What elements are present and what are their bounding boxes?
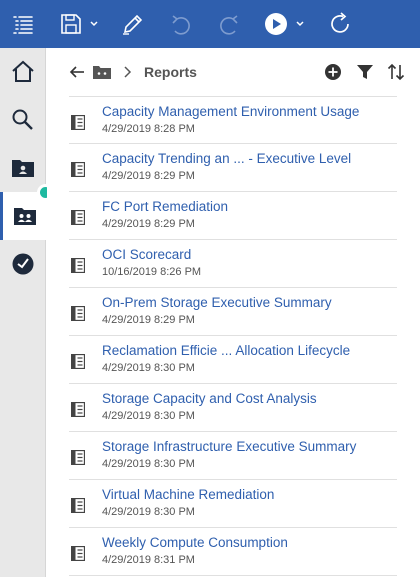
add-icon	[325, 64, 341, 80]
report-icon	[70, 209, 86, 226]
undo-button[interactable]	[166, 0, 196, 48]
top-toolbar	[0, 0, 420, 48]
report-icon	[70, 257, 86, 274]
report-icon	[70, 353, 86, 370]
report-icon	[70, 545, 86, 562]
report-date: 4/29/2019 8:28 PM	[102, 123, 195, 135]
my-content-icon	[12, 160, 34, 177]
breadcrumb-bar: Reports	[47, 48, 420, 96]
report-date: 4/29/2019 8:29 PM	[102, 218, 195, 230]
refresh-icon	[331, 12, 349, 33]
report-title[interactable]: Storage Infrastructure Executive Summary	[102, 439, 356, 454]
report-icon	[70, 449, 86, 466]
home-icon	[12, 60, 34, 82]
sort-button[interactable]	[387, 48, 405, 96]
report-row[interactable]: Reclamation Efficie ... Allocation Lifec…	[69, 336, 397, 384]
back-button[interactable]	[69, 48, 85, 96]
report-title[interactable]: Capacity Management Environment Usage	[102, 104, 359, 119]
search-icon	[12, 109, 33, 130]
run-button[interactable]	[262, 0, 308, 48]
report-icon	[70, 114, 86, 131]
report-date: 4/29/2019 8:29 PM	[102, 170, 195, 182]
report-title[interactable]: Capacity Trending an ... - Executive Lev…	[102, 151, 351, 166]
refresh-button[interactable]	[326, 0, 356, 48]
filter-button[interactable]	[356, 48, 374, 96]
undo-icon	[172, 15, 190, 35]
rail-my-content[interactable]	[0, 144, 46, 192]
breadcrumb-folder[interactable]	[93, 48, 111, 96]
report-row[interactable]: Capacity Trending an ... - Executive Lev…	[69, 144, 397, 192]
report-icon	[70, 497, 86, 514]
report-date: 4/29/2019 8:30 PM	[102, 458, 195, 470]
redo-button[interactable]	[214, 0, 244, 48]
menu-icon	[13, 16, 33, 34]
report-date: 4/29/2019 8:30 PM	[102, 506, 195, 518]
rail-recent[interactable]	[0, 240, 46, 288]
report-date: 4/29/2019 8:31 PM	[102, 554, 195, 566]
add-button[interactable]	[324, 48, 342, 96]
report-row[interactable]: Capacity Management Environment Usage 4/2…	[69, 96, 397, 144]
report-title[interactable]: Virtual Machine Remediation	[102, 487, 274, 502]
report-row[interactable]: Weekly Compute Consumption 4/29/2019 8:31…	[69, 528, 397, 576]
folder-icon	[93, 66, 111, 79]
report-title[interactable]: Reclamation Efficie ... Allocation Lifec…	[102, 343, 350, 358]
report-date: 4/29/2019 8:30 PM	[102, 410, 195, 422]
report-row[interactable]: On-Prem Storage Executive Summary 4/29/20…	[69, 288, 397, 336]
sort-icon	[387, 63, 405, 81]
edit-icon	[123, 14, 143, 35]
back-arrow-icon	[69, 66, 84, 78]
report-row[interactable]: Storage Infrastructure Executive Summary…	[69, 432, 397, 480]
report-title[interactable]: Weekly Compute Consumption	[102, 535, 288, 550]
report-date: 4/29/2019 8:30 PM	[102, 362, 195, 374]
report-row[interactable]: Virtual Machine Remediation 4/29/2019 8:3…	[69, 480, 397, 528]
menu-button[interactable]	[8, 0, 38, 48]
report-list: Capacity Management Environment Usage 4/2…	[69, 96, 397, 576]
save-icon	[61, 14, 98, 34]
edit-button[interactable]	[118, 0, 148, 48]
report-row[interactable]: Storage Capacity and Cost Analysis 4/29/2…	[69, 384, 397, 432]
reports-panel: Reports Capacity Management Environment …	[47, 48, 420, 577]
report-title[interactable]: On-Prem Storage Executive Summary	[102, 295, 332, 310]
save-button[interactable]	[56, 0, 102, 48]
breadcrumb-current-label: Reports	[144, 64, 197, 80]
rail-home[interactable]	[0, 48, 46, 96]
report-title[interactable]: OCI Scorecard	[102, 247, 191, 262]
left-nav-rail	[0, 48, 47, 577]
report-row[interactable]: OCI Scorecard 10/16/2019 8:26 PM	[69, 240, 397, 288]
report-date: 10/16/2019 8:26 PM	[102, 266, 202, 278]
report-date: 4/29/2019 8:29 PM	[102, 314, 195, 326]
report-icon	[70, 161, 86, 178]
report-icon	[70, 401, 86, 418]
breadcrumb-current: Reports	[144, 48, 197, 96]
recent-icon	[12, 253, 34, 275]
filter-icon	[357, 65, 373, 79]
breadcrumb-separator	[123, 48, 133, 96]
run-icon	[265, 13, 304, 35]
rail-search[interactable]	[0, 96, 46, 144]
redo-icon	[220, 15, 238, 35]
team-content-icon	[14, 208, 36, 225]
report-icon	[70, 305, 86, 322]
chevron-right-icon	[124, 66, 132, 78]
report-title[interactable]: Storage Capacity and Cost Analysis	[102, 391, 317, 406]
report-title[interactable]: FC Port Remediation	[102, 199, 228, 214]
report-row[interactable]: FC Port Remediation 4/29/2019 8:29 PM	[69, 192, 397, 240]
